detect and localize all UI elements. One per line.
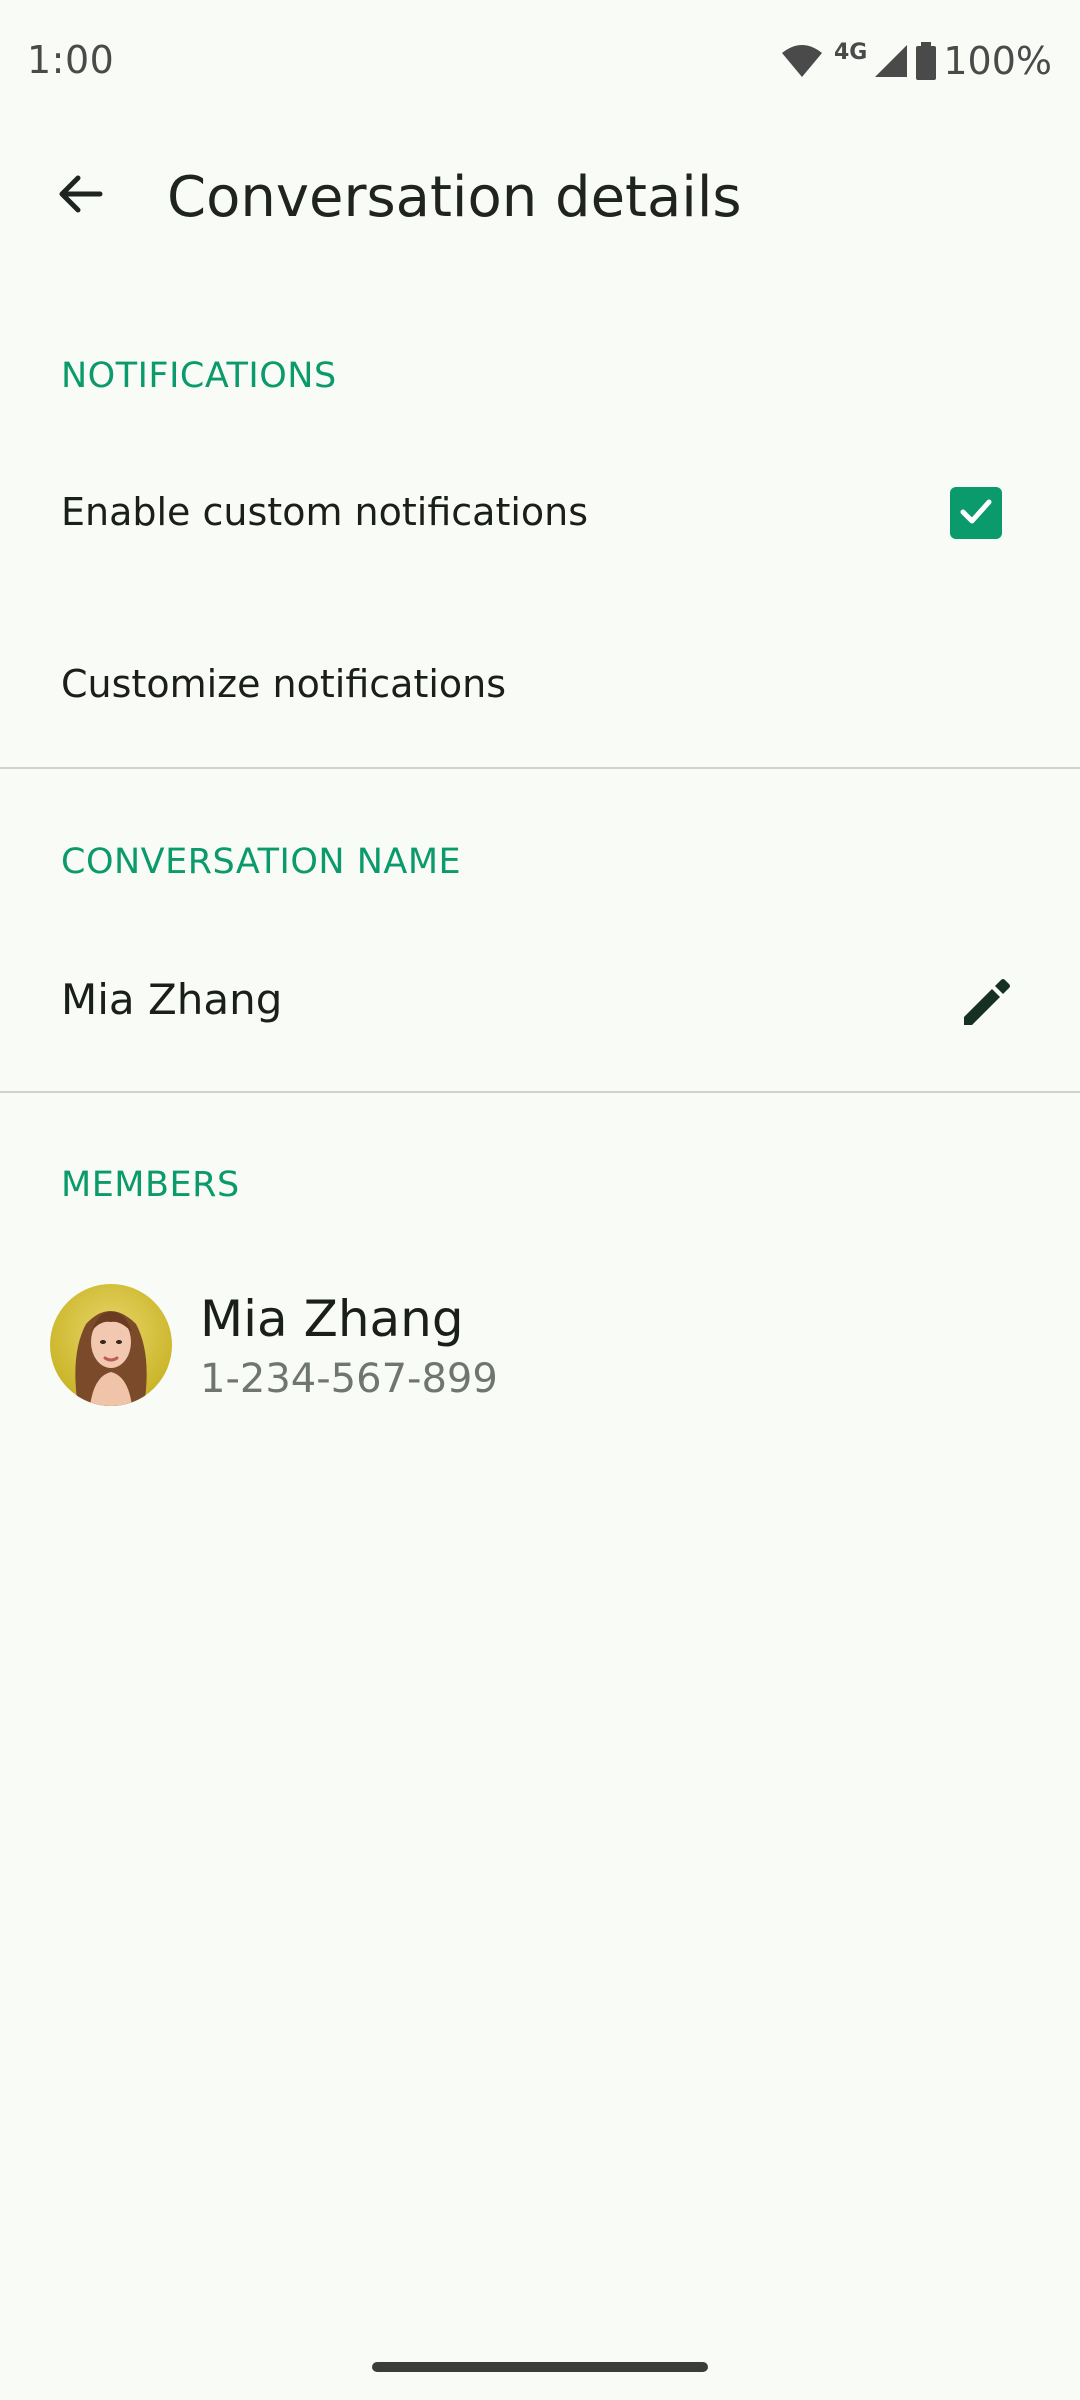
edit-name-button[interactable]: [950, 967, 1024, 1041]
network-type-label: 4G: [833, 39, 868, 65]
battery-icon: [915, 42, 937, 80]
back-button[interactable]: [40, 156, 120, 236]
enable-custom-notifications-checkbox[interactable]: [950, 487, 1002, 539]
members-section-header: MEMBERS: [61, 1165, 240, 1205]
status-bar: 1:00 4G 100%: [0, 0, 1080, 126]
wifi-icon: [780, 43, 824, 79]
conversation-name-value: Mia Zhang: [61, 975, 283, 1024]
status-time: 1:00: [27, 38, 115, 82]
battery-percentage: 100%: [943, 39, 1052, 83]
avatar: [50, 1284, 172, 1406]
notifications-section-header: NOTIFICATIONS: [61, 356, 337, 396]
signal-icon: [873, 43, 909, 79]
home-indicator[interactable]: [372, 2362, 708, 2372]
member-list-item[interactable]: Mia Zhang 1-234-567-899: [0, 1270, 1080, 1420]
app-bar: Conversation details: [0, 126, 1080, 266]
divider: [0, 1091, 1080, 1093]
member-name: Mia Zhang: [200, 1290, 464, 1348]
check-icon: [956, 491, 996, 535]
arrow-back-icon: [56, 170, 104, 222]
divider: [0, 767, 1080, 769]
status-icons: 4G 100%: [780, 38, 1052, 84]
screen: 1:00 4G 100% Conversation details NOTIFI…: [0, 0, 1080, 2400]
member-phone: 1-234-567-899: [200, 1356, 498, 1402]
pencil-icon: [960, 975, 1014, 1033]
page-title: Conversation details: [167, 165, 742, 230]
conversation-name-section-header: CONVERSATION NAME: [61, 842, 462, 882]
enable-custom-notifications-label[interactable]: Enable custom notifications: [61, 490, 588, 534]
customize-notifications-item[interactable]: Customize notifications: [61, 662, 506, 706]
